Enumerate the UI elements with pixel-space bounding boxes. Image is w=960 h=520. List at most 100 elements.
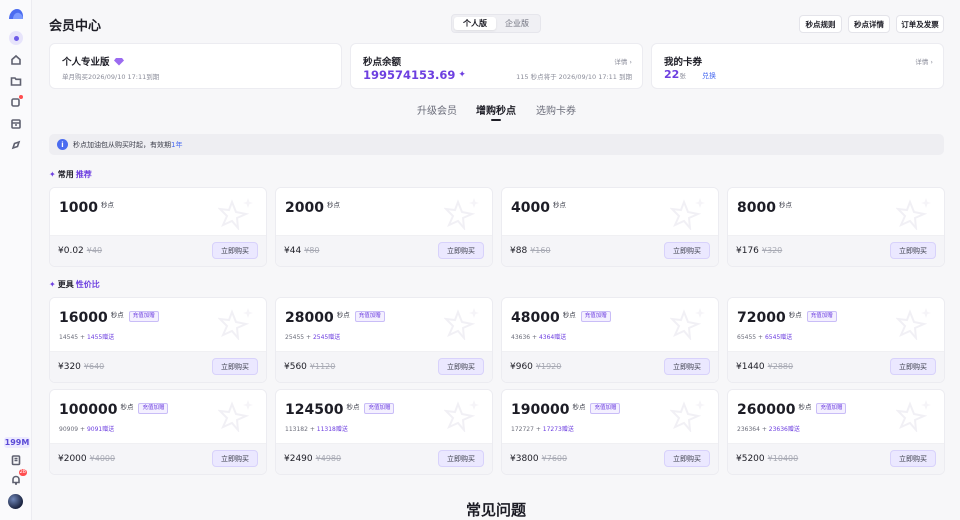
product-card: 28000 秒点 充值加赠 25455 + 2545赠送 ¥560 ¥1120 立即购买 [275,297,493,383]
sparkle-icon: ✦ [458,70,466,80]
card-header: 16000 秒点 充值加赠 14545 + 1455赠送 [50,298,266,350]
folder-icon[interactable] [8,73,24,89]
buy-button[interactable]: 立即购买 [890,450,936,467]
section-common: ✦ 常用 推荐 [49,170,92,179]
clipboard-icon[interactable] [8,452,24,468]
card-footer: ¥320 ¥640 立即购买 [50,351,266,382]
chevron-right-icon: › [930,58,933,66]
card-footer: ¥2000 ¥4000 立即购买 [50,443,266,474]
card-header: 2000 秒点 [276,188,492,236]
points-unit: 秒点 [100,201,114,209]
faq-title: 常见问题 [465,501,526,519]
bonus-tag: 充值加赠 [580,311,611,322]
sale-price: ¥88 [510,246,528,256]
rules-button[interactable]: 秒点规则 [799,15,842,33]
orders-invoices-button[interactable]: 订单及发票 [896,15,944,33]
validity-banner: i 秒点加油包从购买时起，有效期 1年 [49,134,944,155]
info-icon: i [57,139,68,150]
buy-button[interactable]: 立即购买 [438,450,484,467]
star-decoration-icon [217,304,258,342]
card-footer: ¥0.02 ¥40 立即购买 [50,235,266,266]
points-unit: 秒点 [798,403,812,411]
bonus-tag: 充值加赠 [138,403,169,414]
original-price: ¥320 [761,246,783,255]
buy-button[interactable]: 立即购买 [438,242,484,259]
buy-button[interactable]: 立即购买 [438,358,484,375]
points-unit: 秒点 [336,311,350,319]
star-decoration-icon [669,396,710,434]
sale-price: ¥960 [510,362,533,372]
apps-icon[interactable] [8,94,24,110]
balance-title: 秒点余额 [363,57,402,68]
plan-title: 个人专业版 [62,57,110,68]
points-amount: 48000 [511,310,560,326]
points-unit: 秒点 [110,311,124,319]
segment-personal[interactable]: 个人版 [454,17,496,30]
coupon-count: 22 [664,68,680,81]
original-price: ¥80 [304,246,320,255]
bonus-detail: 43636 + 4364赠送 [511,334,567,341]
buy-button[interactable]: 立即购买 [212,358,258,375]
original-price: ¥1920 [535,362,562,371]
points-unit: 秒点 [788,311,802,319]
product-card: 16000 秒点 充值加赠 14545 + 1455赠送 ¥320 ¥640 立即购买 [49,297,267,383]
card-header: 8000 秒点 [728,188,944,236]
points-amount: 4000 [511,200,550,216]
logo-icon[interactable] [8,8,24,20]
original-price: ¥10400 [767,454,799,463]
original-price: ¥40 [86,246,103,255]
points-amount: 100000 [59,402,118,418]
buy-button[interactable]: 立即购买 [890,358,936,375]
sale-price: ¥1440 [736,362,765,372]
section-value: ✦ 更具 性价比 [49,280,100,289]
card-header: 4000 秒点 [502,188,718,236]
details-button[interactable]: 秒点详情 [848,15,890,33]
coupons-details-link[interactable]: 详情 › [915,56,933,66]
bonus-detail: 65455 + 6545赠送 [737,334,793,341]
balance-badge[interactable]: 199M [4,437,30,448]
points-amount: 8000 [737,200,776,216]
home-icon[interactable] [8,52,24,68]
points-amount: 2000 [285,200,324,216]
plan-expiry: 单月购买2026/09/10 17:11到期 [62,73,160,81]
points-amount: 190000 [511,402,570,418]
sparkle-icon: ✦ [49,280,56,289]
sale-price: ¥176 [736,246,759,256]
bonus-tag: 充值加赠 [590,403,621,414]
sale-price: ¥3800 [510,454,539,464]
buy-button[interactable]: 立即购买 [212,450,258,467]
buy-button[interactable]: 立即购买 [664,358,710,375]
edition-switch: 个人版 企业版 [451,14,541,33]
buy-button[interactable]: 立即购买 [664,242,710,259]
card-header: 72000 秒点 充值加赠 65455 + 6545赠送 [728,298,944,350]
sidebar: 199M 28 [0,0,32,520]
exchange-link[interactable]: 兑换 [702,71,716,81]
notification-count: 28 [18,469,27,476]
tab-buy-coupons[interactable]: 选购卡券 [536,102,576,117]
original-price: ¥4980 [315,454,342,463]
buy-button[interactable]: 立即购买 [212,242,258,259]
compass-icon[interactable] [8,137,24,153]
tab-buy-points[interactable]: 增购秒点 [476,102,516,117]
segment-enterprise[interactable]: 企业版 [496,17,538,30]
chevron-right-icon: › [629,58,632,66]
archive-icon[interactable] [8,116,24,132]
card-footer: ¥88 ¥160 立即购买 [502,235,718,266]
card-footer: ¥3800 ¥7600 立即购买 [502,443,718,474]
balance-details-link[interactable]: 详情 › [614,56,632,66]
coupons-card: 我的卡券 详情 › 22张 兑换 [651,43,944,89]
bonus-detail: 113182 + 11318赠送 [285,426,348,433]
notification-dot [19,95,23,99]
tab-upgrade-membership[interactable]: 升级会员 [417,102,457,117]
points-amount: 260000 [737,402,796,418]
card-header: 100000 秒点 充值加赠 90909 + 9091赠送 [50,390,266,442]
points-unit: 秒点 [346,403,360,411]
user-icon[interactable] [9,31,23,45]
buy-button[interactable]: 立即购买 [664,450,710,467]
points-unit: 秒点 [552,201,566,209]
buy-button[interactable]: 立即购买 [890,242,936,259]
card-footer: ¥5200 ¥10400 立即购买 [728,443,944,474]
bell-icon[interactable]: 28 [8,469,27,488]
bonus-tag: 充值加赠 [354,311,385,322]
product-card: 8000 秒点 ¥176 ¥320 立即购买 [727,187,945,267]
